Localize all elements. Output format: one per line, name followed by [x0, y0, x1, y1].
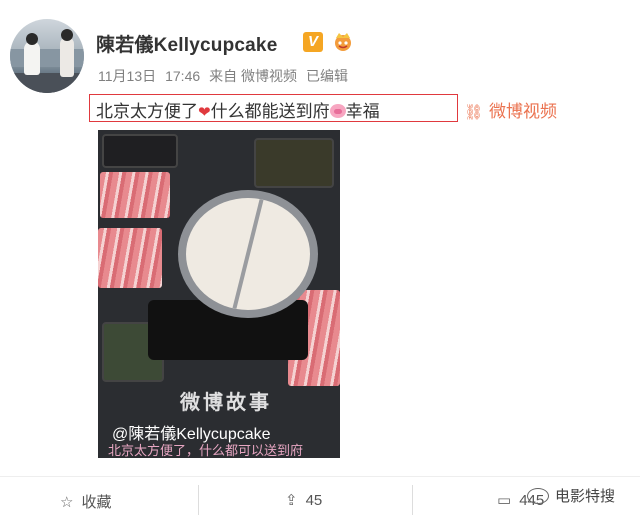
meat-tray	[100, 172, 170, 218]
post-text-part1: 北京太方便了	[96, 102, 198, 121]
weibo-story-watermark: 微博故事	[180, 392, 272, 414]
heart-icon: ❤	[198, 104, 211, 121]
video-caption-overlay: 北京太方便了，什么都可以送到府	[108, 443, 304, 458]
avatar-head-right	[61, 29, 73, 41]
wechat-watermark: 电影特搜	[527, 485, 615, 506]
verified-badge-icon: V	[303, 32, 323, 52]
favorite-button[interactable]: ☆ 收藏	[60, 491, 111, 512]
video-link-label: 微博视频	[489, 102, 558, 121]
divider	[198, 485, 199, 515]
avatar-person-right	[60, 37, 74, 77]
post-text: 北京太方便了❤什么都能送到府 幸福	[96, 97, 380, 122]
share-icon: ⇪	[285, 492, 298, 509]
favorite-label: 收藏	[81, 494, 112, 511]
post-text-part3: 幸福	[345, 102, 380, 121]
wechat-icon	[527, 488, 549, 504]
post-time[interactable]: 17:46	[165, 68, 200, 84]
food-tray	[254, 138, 334, 188]
link-icon: ⛓	[464, 104, 484, 121]
video-thumbnail[interactable]: 微博故事 @陳若儀Kellycupcake 北京太方便了，什么都可以送到府	[98, 130, 340, 458]
divider	[412, 485, 413, 515]
avatar-person-left	[24, 41, 40, 75]
post-meta: 11月13日 17:46 来自 微博视频 已编辑	[98, 66, 357, 86]
star-icon: ☆	[60, 494, 74, 511]
share-button[interactable]: ⇪ 45	[285, 491, 322, 509]
food-tray	[102, 134, 178, 168]
wechat-watermark-label: 电影特搜	[555, 488, 616, 505]
avatar[interactable]	[10, 19, 84, 93]
video-link[interactable]: ⛓ 微博视频	[464, 97, 557, 122]
crown-icon	[335, 33, 351, 51]
post-text-part2: 什么都能送到府	[210, 102, 330, 121]
share-count: 45	[305, 492, 323, 509]
comment-icon: ▭	[497, 492, 512, 509]
post-date[interactable]: 11月13日	[98, 68, 156, 84]
pig-emoji-icon	[329, 104, 346, 118]
meat-tray	[98, 228, 162, 288]
post-edited: 已编辑	[306, 68, 349, 84]
username[interactable]: 陳若儀Kellycupcake	[96, 30, 277, 57]
avatar-head-left	[26, 33, 38, 45]
post-source[interactable]: 来自 微博视频	[209, 68, 297, 84]
